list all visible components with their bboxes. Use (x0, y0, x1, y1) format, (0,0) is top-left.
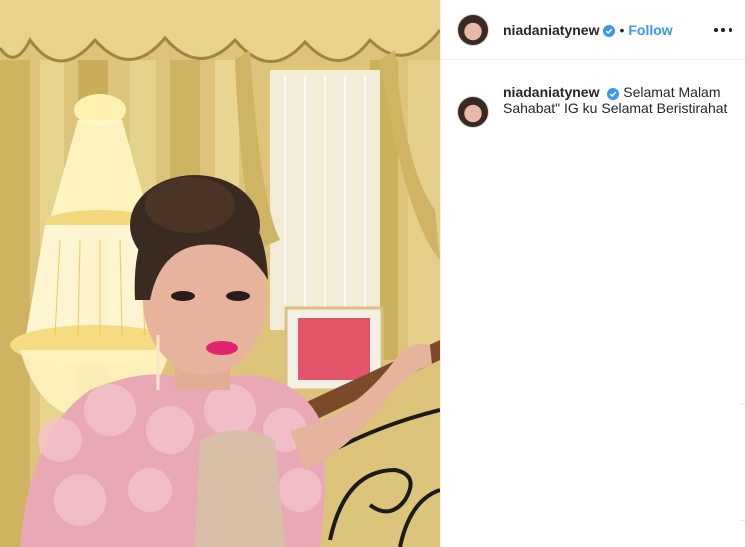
follow-button[interactable]: Follow (628, 22, 672, 38)
divider (741, 520, 745, 521)
verified-badge-icon (603, 24, 616, 37)
caption-username[interactable]: niadaniatynew (503, 84, 599, 100)
post-header: niadaniatynew • Follow (441, 0, 745, 60)
post-photo-illustration (0, 0, 440, 547)
separator-dot: • (619, 21, 625, 38)
divider (741, 404, 745, 405)
more-options-icon[interactable] (714, 21, 732, 39)
post-caption: niadaniatynew Selamat Malam Sahabat" IG … (457, 84, 732, 128)
caption-avatar[interactable] (457, 96, 489, 128)
post-sidebar: niadaniatynew • Follow niadaniatynew Sel… (440, 0, 745, 547)
verified-badge-icon (607, 87, 620, 101)
instagram-post: niadaniatynew • Follow niadaniatynew Sel… (0, 0, 745, 547)
author-username[interactable]: niadaniatynew (503, 22, 599, 38)
caption-body: niadaniatynew Selamat Malam Sahabat" IG … (503, 84, 732, 128)
post-photo[interactable] (0, 0, 440, 547)
profile-avatar[interactable] (457, 13, 489, 46)
